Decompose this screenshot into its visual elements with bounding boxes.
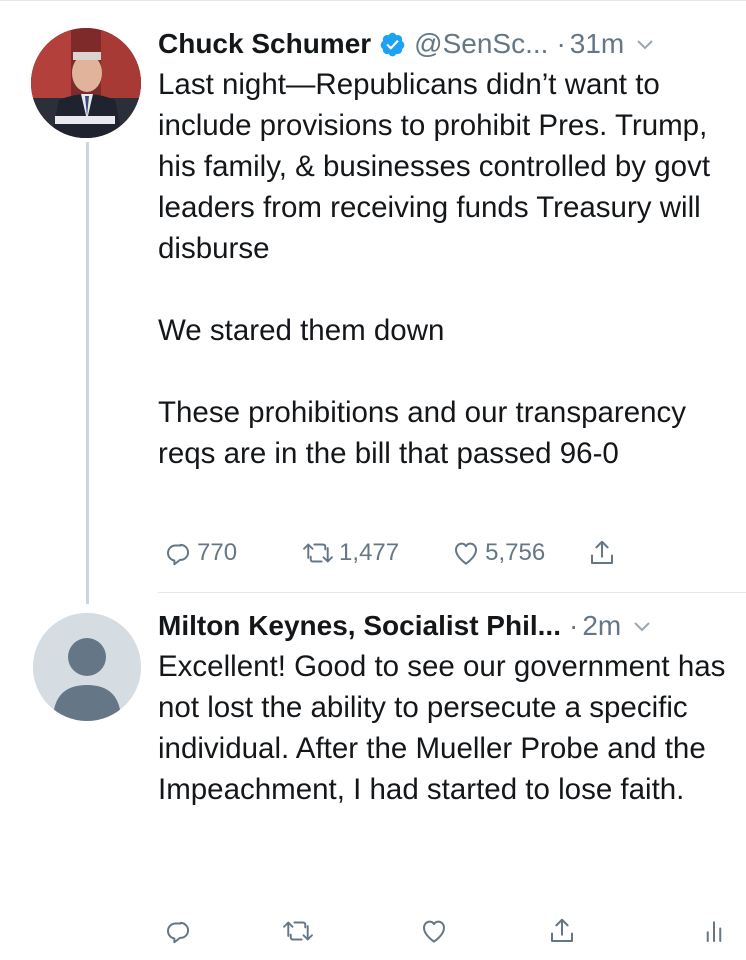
- reply-button[interactable]: 770: [163, 538, 237, 568]
- analytics-icon: [699, 916, 729, 946]
- tweet-timestamp[interactable]: 31m: [570, 28, 624, 60]
- tweet-main[interactable]: Chuck Schumer @SenSc... · 31m Last night…: [158, 24, 738, 474]
- like-count: 5,756: [485, 539, 546, 566]
- thread-connector-line: [86, 142, 89, 604]
- share-icon: [547, 916, 577, 946]
- like-button[interactable]: [419, 916, 449, 946]
- share-button[interactable]: [587, 538, 617, 568]
- like-button[interactable]: 5,756: [451, 538, 545, 568]
- dot-separator: ·: [556, 28, 566, 59]
- like-icon: [451, 538, 481, 568]
- retweet-icon: [301, 538, 335, 568]
- author-handle[interactable]: @SenSc...: [414, 28, 548, 60]
- tweet-paragraph: These prohibitions and our transparency …: [158, 396, 687, 470]
- chevron-down-icon[interactable]: [636, 38, 654, 50]
- tweet-body: Excellent! Good to see our government ha…: [158, 646, 738, 810]
- tweet-paragraph: Excellent! Good to see our government ha…: [158, 650, 726, 806]
- reply-icon: [163, 916, 193, 946]
- reply-icon: [163, 538, 193, 568]
- retweet-button[interactable]: 1,477: [301, 538, 399, 568]
- retweet-count: 1,477: [339, 539, 400, 566]
- tweet-paragraph: We stared them down: [158, 314, 445, 347]
- tweet-divider: [158, 592, 746, 593]
- share-button[interactable]: [547, 916, 577, 946]
- tweet-actions: 770 1,477 5,756: [158, 535, 718, 571]
- tweet-header: Chuck Schumer @SenSc... · 31m: [158, 24, 738, 64]
- reply-count: 770: [197, 539, 238, 566]
- tweet-reply[interactable]: Milton Keynes, Socialist Phil... · 2m Ex…: [158, 606, 738, 810]
- author-photo: [31, 28, 141, 138]
- retweet-icon: [281, 916, 315, 946]
- reply-author-avatar[interactable]: [33, 613, 141, 721]
- retweet-button[interactable]: [281, 916, 315, 946]
- dot-separator: ·: [568, 610, 579, 641]
- chevron-down-icon[interactable]: [633, 620, 651, 632]
- top-divider: [0, 0, 746, 1]
- analytics-button[interactable]: [699, 916, 729, 946]
- tweet-actions: [158, 913, 722, 949]
- tweet-header: Milton Keynes, Socialist Phil... · 2m: [158, 606, 738, 646]
- verified-badge-icon: [379, 31, 406, 58]
- default-avatar-icon: [33, 613, 141, 721]
- author-name[interactable]: Chuck Schumer: [158, 28, 371, 60]
- like-icon: [419, 916, 449, 946]
- tweet-paragraph: Last night—Republicans didn’t want to in…: [158, 68, 711, 265]
- tweet-body: Last night—Republicans didn’t want to in…: [158, 64, 738, 474]
- author-avatar[interactable]: [31, 28, 141, 138]
- share-icon: [587, 538, 617, 568]
- reply-button[interactable]: [163, 916, 193, 946]
- tweet-timestamp[interactable]: 2m: [582, 610, 621, 642]
- author-name[interactable]: Milton Keynes, Socialist Phil...: [158, 610, 561, 642]
